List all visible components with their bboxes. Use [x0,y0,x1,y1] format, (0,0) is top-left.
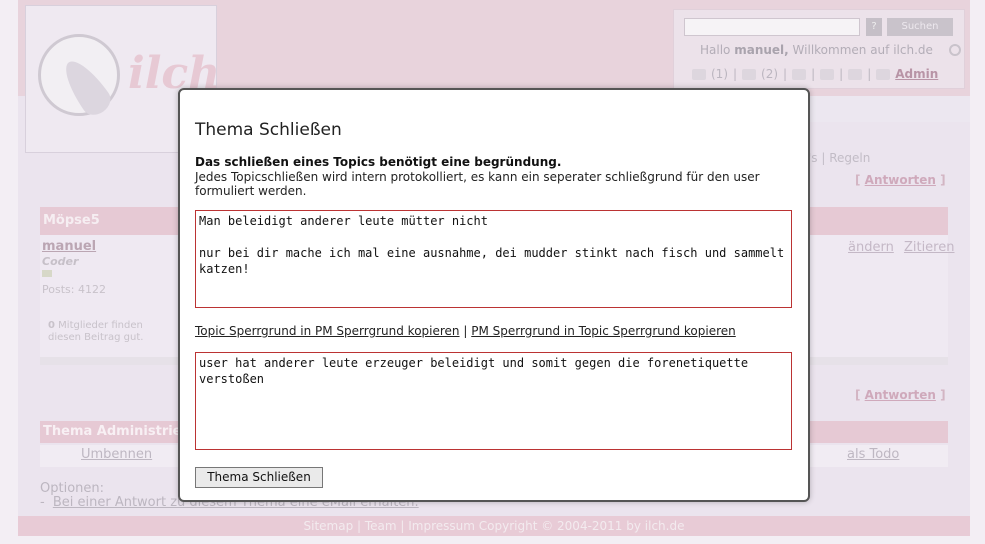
outbox-icon[interactable] [820,68,835,80]
close-topic-dialog: Thema Schließen Das schließen eines Topi… [178,88,810,502]
status-separator: | [839,67,844,81]
greeting: Hallo manuel, Willkommen auf ilch.de [700,43,933,57]
copy-links: Topic Sperrgrund in PM Sperrgrund kopier… [195,324,736,338]
copy-pm-to-topic-link[interactable]: PM Sperrgrund in Topic Sperrgrund kopier… [471,324,736,338]
feather-icon [56,53,116,121]
post-actions: ändern Zitieren [842,240,954,255]
user-box: ? Suchen Hallo manuel, Willkommen auf il… [673,9,965,89]
search-input[interactable] [684,18,860,36]
logo-circle [38,34,120,121]
status-row: (1) | (2) | | | | Admin [692,67,938,81]
thanks-count: 0 [48,320,55,331]
copy-links-separator: | [463,324,468,338]
edit-link[interactable]: ändern [848,240,894,255]
rename-link[interactable]: Umbennen [81,447,152,462]
thanks-text: Mitglieder finden diesen Beitrag gut. [48,320,144,343]
thanks-info: 0 Mitglieder finden diesen Beitrag gut. [48,320,178,344]
rank-icon [42,270,52,277]
status-separator: | [783,67,788,81]
post-author[interactable]: manuel [42,239,96,254]
reply-link-top[interactable]: [ Antworten ] [855,173,946,187]
greeting-suffix: Willkommen auf ilch.de [792,43,933,57]
mail-count[interactable]: (1) [711,67,728,81]
copy-topic-to-pm-link[interactable]: Topic Sperrgrund in PM Sperrgrund kopier… [195,324,460,338]
author-rank: Coder [42,255,79,268]
pm-reason-textarea[interactable]: user hat anderer leute erzeuger beleidig… [195,352,792,450]
book-icon[interactable] [848,68,863,80]
quote-link[interactable]: Zitieren [904,240,955,255]
greeting-user: manuel, [734,43,789,57]
dialog-notice: Das schließen eines Topics benötigt eine… [195,155,562,169]
reply-link-label[interactable]: Antworten [865,388,936,402]
chat-icon[interactable] [876,68,891,80]
footer[interactable]: Sitemap | Team | Impressum Copyright © 2… [18,516,970,536]
reply-link-bottom[interactable]: [ Antworten ] [855,388,946,402]
search-button[interactable]: Suchen [887,18,953,36]
search-help-button[interactable]: ? [866,18,882,36]
dialog-title: Thema Schließen [195,120,342,140]
author-posts: Posts: 4122 [42,283,106,296]
notes-icon[interactable] [742,68,757,80]
dialog-description: Jedes Topicschließen wird intern protoko… [195,170,760,198]
todo-link[interactable]: als Todo [847,447,899,462]
admin-link[interactable]: Admin [895,67,938,81]
reply-link-label[interactable]: Antworten [865,173,936,187]
status-separator: | [867,67,872,81]
close-topic-button[interactable]: Thema Schließen [195,467,323,488]
greeting-prefix: Hallo [700,43,731,57]
notes-count[interactable]: (2) [761,67,778,81]
inbox-icon[interactable] [792,68,807,80]
refresh-icon[interactable] [949,44,961,56]
options-label: Optionen: [40,481,105,496]
status-separator: | [733,67,738,81]
mail-icon[interactable] [692,68,706,80]
status-separator: | [811,67,816,81]
topic-reason-textarea[interactable]: Man beleidigt anderer leute mütter nicht… [195,210,792,308]
